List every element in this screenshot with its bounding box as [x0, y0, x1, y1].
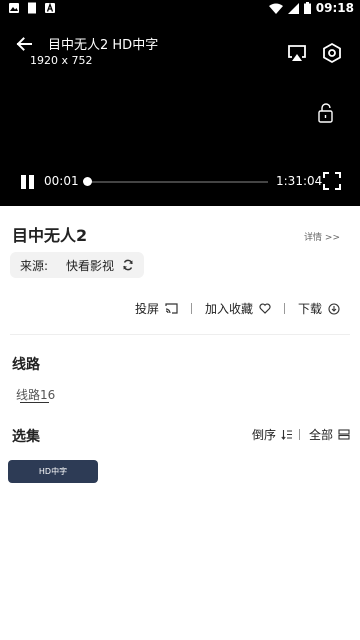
- cast-icon: [165, 303, 178, 314]
- app-a-notification-icon: [45, 2, 55, 13]
- airplay-icon[interactable]: [286, 42, 308, 64]
- cast-button[interactable]: 投屏: [135, 300, 178, 317]
- favorite-label: 加入收藏: [204, 302, 253, 316]
- refresh-icon[interactable]: [122, 259, 134, 271]
- back-arrow-icon[interactable]: [14, 34, 34, 54]
- sort-label: 倒序: [252, 428, 277, 442]
- settings-icon[interactable]: [321, 42, 343, 64]
- video-title: 目中无人2: [12, 226, 88, 245]
- video-info-panel: 目中无人2 详情 >> 来源: 快看影视 投屏 加入收藏 下载 线路 线路16 …: [0, 206, 360, 640]
- image-notification-icon: [9, 3, 19, 13]
- status-bar: 09:18: [0, 0, 360, 18]
- wifi-icon: [268, 3, 283, 14]
- clock: 09:18: [315, 1, 354, 15]
- lines-heading: 线路: [12, 357, 40, 373]
- progress-track[interactable]: [84, 181, 268, 183]
- all-episodes-button[interactable]: 全部: [309, 426, 350, 443]
- action-bar: 投屏 加入收藏 下载: [135, 300, 340, 317]
- all-label: 全部: [309, 428, 334, 442]
- video-resolution: 1920 x 752: [30, 54, 93, 67]
- progress-knob[interactable]: [83, 177, 92, 186]
- download-button[interactable]: 下载: [298, 300, 340, 317]
- signal-icon: [287, 2, 299, 14]
- pause-icon[interactable]: [19, 174, 37, 190]
- download-icon: [328, 302, 340, 315]
- episode-chip[interactable]: HD中字: [8, 460, 98, 483]
- divider: [10, 334, 350, 335]
- video-player[interactable]: 目中无人2 HD中字 1920 x 752 00:01 1:31:04: [0, 18, 360, 206]
- source-value: 快看影视: [66, 258, 115, 273]
- file-notification-icon: [28, 2, 36, 14]
- cast-label: 投屏: [134, 302, 159, 316]
- separator: [283, 303, 285, 314]
- selected-line-indicator: [20, 402, 49, 403]
- separator: [190, 303, 192, 314]
- fullscreen-icon[interactable]: [323, 172, 341, 190]
- current-time: 00:01: [44, 174, 79, 188]
- separator: [299, 429, 300, 440]
- sort-icon: [281, 430, 293, 440]
- total-duration: 1:31:04: [276, 174, 323, 188]
- episodes-heading: 选集: [12, 429, 40, 445]
- source-selector[interactable]: 来源: 快看影视: [10, 252, 145, 278]
- heart-icon: [259, 303, 271, 314]
- list-icon: [338, 429, 350, 440]
- source-label: 来源:: [20, 258, 49, 273]
- battery-icon: [303, 2, 311, 14]
- details-link[interactable]: 详情 >>: [304, 230, 340, 243]
- line-option[interactable]: 线路16: [16, 386, 55, 403]
- unlock-icon[interactable]: [316, 102, 336, 124]
- player-title: 目中无人2 HD中字: [48, 38, 159, 53]
- download-label: 下载: [297, 302, 322, 316]
- sort-button[interactable]: 倒序: [252, 426, 293, 443]
- favorite-button[interactable]: 加入收藏: [205, 300, 271, 317]
